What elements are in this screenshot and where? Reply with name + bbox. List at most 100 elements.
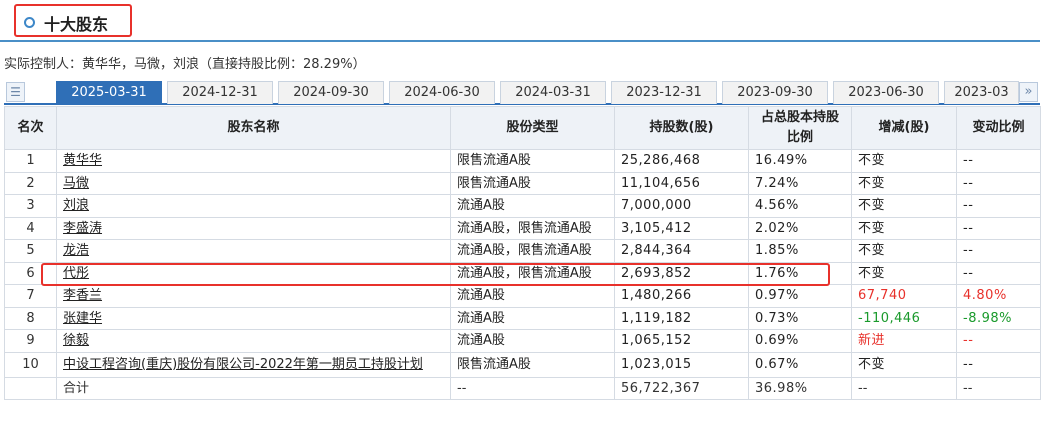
- cell-holding-ratio: 1.85%: [748, 239, 852, 263]
- cell-shares-held: 11,104,656: [614, 171, 749, 195]
- tab-2024-12-31[interactable]: 2024-12-31: [167, 81, 273, 104]
- cell-rank: 5: [4, 239, 57, 263]
- shareholder-link[interactable]: 张建华: [63, 311, 102, 326]
- cell-change-ratio: --: [956, 376, 1041, 400]
- cell-shares-held: 1,065,152: [614, 329, 749, 353]
- shareholder-link[interactable]: 黄华华: [63, 153, 102, 168]
- header-holding-ratio: 占总股本持股比例: [748, 106, 852, 150]
- table-header-row: 名次 股东名称 股份类型 持股数(股) 占总股本持股比例 增减(股) 变动比例: [4, 106, 1041, 150]
- cell-change-ratio: --: [956, 261, 1041, 285]
- cell-share-type: 流通A股，限售流通A股: [450, 216, 615, 240]
- cell-change-ratio: 4.80%: [956, 284, 1041, 308]
- cell-holding-ratio: 0.97%: [748, 284, 852, 308]
- table-row: 10 中设工程咨询(重庆)股份有限公司-2022年第一期员工持股计划 限售流通A股 1…: [4, 351, 1041, 378]
- header-shares-held: 持股数(股): [614, 106, 749, 150]
- cell-share-type: --: [450, 376, 615, 400]
- cell-rank: 6: [4, 261, 57, 285]
- cell-change: 不变: [851, 149, 957, 173]
- cell-holding-ratio: 0.73%: [748, 306, 852, 330]
- cell-rank: 7: [4, 284, 57, 308]
- actual-controller-text: 实际控制人：黄华华，马微，刘浪（直接持股比例：28.29%）: [4, 57, 366, 72]
- cell-share-type: 流通A股: [450, 284, 615, 308]
- circle-bullet-icon: [24, 17, 35, 28]
- date-tabs: ☰ 2025-03-31 2024-12-31 2024-09-30 2024-…: [4, 80, 1040, 105]
- cell-shareholder-name: 刘浪: [56, 194, 451, 218]
- cell-shareholder-name: 李盛涛: [56, 216, 451, 240]
- cell-shares-held: 1,119,182: [614, 306, 749, 330]
- tab-2024-09-30[interactable]: 2024-09-30: [278, 81, 384, 104]
- table-row: 2 马微 限售流通A股 11,104,656 7.24% 不变 --: [4, 171, 1041, 195]
- cell-share-type: 限售流通A股: [450, 171, 615, 195]
- table-total-row: 合计 -- 56,722,367 36.98% -- --: [4, 376, 1041, 400]
- tab-2025-03-31[interactable]: 2025-03-31: [56, 81, 162, 104]
- cell-shareholder-name: 徐毅: [56, 329, 451, 353]
- tab-2023-03[interactable]: 2023-03: [944, 81, 1019, 104]
- cell-shareholder-name: 龙浩: [56, 239, 451, 263]
- cell-change: 不变: [851, 239, 957, 263]
- table-row: 3 刘浪 流通A股 7,000,000 4.56% 不变 --: [4, 194, 1041, 218]
- section-title: 十大股东: [44, 15, 109, 34]
- cell-change-ratio: --: [956, 216, 1041, 240]
- list-icon[interactable]: ☰: [6, 82, 25, 102]
- cell-change: 不变: [851, 216, 957, 240]
- header-rank: 名次: [4, 106, 57, 150]
- table-row: 4 李盛涛 流通A股，限售流通A股 3,105,412 2.02% 不变 --: [4, 216, 1041, 240]
- shareholder-link[interactable]: 李香兰: [63, 288, 102, 303]
- cell-share-type: 流通A股: [450, 194, 615, 218]
- cell-holding-ratio: 0.69%: [748, 329, 852, 353]
- shareholder-link[interactable]: 代彤: [63, 266, 89, 281]
- cell-holding-ratio: 7.24%: [748, 171, 852, 195]
- cell-change-ratio: --: [956, 149, 1041, 173]
- shareholder-link[interactable]: 徐毅: [63, 333, 89, 348]
- cell-rank: 3: [4, 194, 57, 218]
- cell-change-ratio: --: [956, 194, 1041, 218]
- shareholder-link[interactable]: 李盛涛: [63, 221, 102, 236]
- cell-shares-held: 3,105,412: [614, 216, 749, 240]
- cell-shareholder-name: 黄华华: [56, 149, 451, 173]
- cell-rank: 1: [4, 149, 57, 173]
- cell-change: --: [851, 376, 957, 400]
- cell-shareholder-name: 张建华: [56, 306, 451, 330]
- cell-rank: 2: [4, 171, 57, 195]
- cell-share-type: 流通A股: [450, 329, 615, 353]
- cell-shareholder-name: 马微: [56, 171, 451, 195]
- cell-change: 67,740: [851, 284, 957, 308]
- cell-shares-held: 1,023,015: [614, 351, 749, 378]
- cell-holding-ratio: 2.02%: [748, 216, 852, 240]
- cell-shares-held: 56,722,367: [614, 376, 749, 400]
- cell-rank: 8: [4, 306, 57, 330]
- cell-change: 不变: [851, 194, 957, 218]
- header-change: 增减(股): [851, 106, 957, 150]
- cell-share-type: 限售流通A股: [450, 351, 615, 378]
- cell-change: 不变: [851, 171, 957, 195]
- tab-2024-06-30[interactable]: 2024-06-30: [389, 81, 495, 104]
- cell-shares-held: 2,844,364: [614, 239, 749, 263]
- cell-shares-held: 1,480,266: [614, 284, 749, 308]
- table-row: 1 黄华华 限售流通A股 25,286,468 16.49% 不变 --: [4, 149, 1041, 173]
- cell-change-ratio: --: [956, 329, 1041, 353]
- cell-holding-ratio: 4.56%: [748, 194, 852, 218]
- tab-2024-03-31[interactable]: 2024-03-31: [500, 81, 606, 104]
- header-change-ratio: 变动比例: [956, 106, 1041, 150]
- shareholder-link[interactable]: 中设工程咨询(重庆)股份有限公司-2022年第一期员工持股计划: [63, 357, 423, 372]
- shareholder-link[interactable]: 龙浩: [63, 243, 89, 258]
- cell-share-type: 流通A股，限售流通A股: [450, 239, 615, 263]
- cell-share-type: 流通A股，限售流通A股: [450, 261, 615, 285]
- tab-2023-12-31[interactable]: 2023-12-31: [611, 81, 717, 104]
- cell-shareholder-name: 中设工程咨询(重庆)股份有限公司-2022年第一期员工持股计划: [56, 351, 451, 378]
- cell-change: 新进: [851, 329, 957, 353]
- cell-shareholder-name: 代彤: [56, 261, 451, 285]
- tab-2023-06-30[interactable]: 2023-06-30: [833, 81, 939, 104]
- shareholder-link[interactable]: 刘浪: [63, 198, 89, 213]
- cell-change-ratio: --: [956, 239, 1041, 263]
- cell-change: -110,446: [851, 306, 957, 330]
- cell-share-type: 流通A股: [450, 306, 615, 330]
- shareholder-link[interactable]: 马微: [63, 176, 89, 191]
- tab-2023-09-30[interactable]: 2023-09-30: [722, 81, 828, 104]
- header-shareholder-name: 股东名称: [56, 106, 451, 150]
- cell-total-label: 合计: [56, 376, 451, 400]
- cell-change: 不变: [851, 351, 957, 378]
- section-header: 十大股东: [0, 0, 1040, 42]
- table-row: 7 李香兰 流通A股 1,480,266 0.97% 67,740 4.80%: [4, 284, 1041, 308]
- double-chevron-right-icon[interactable]: »: [1019, 82, 1038, 102]
